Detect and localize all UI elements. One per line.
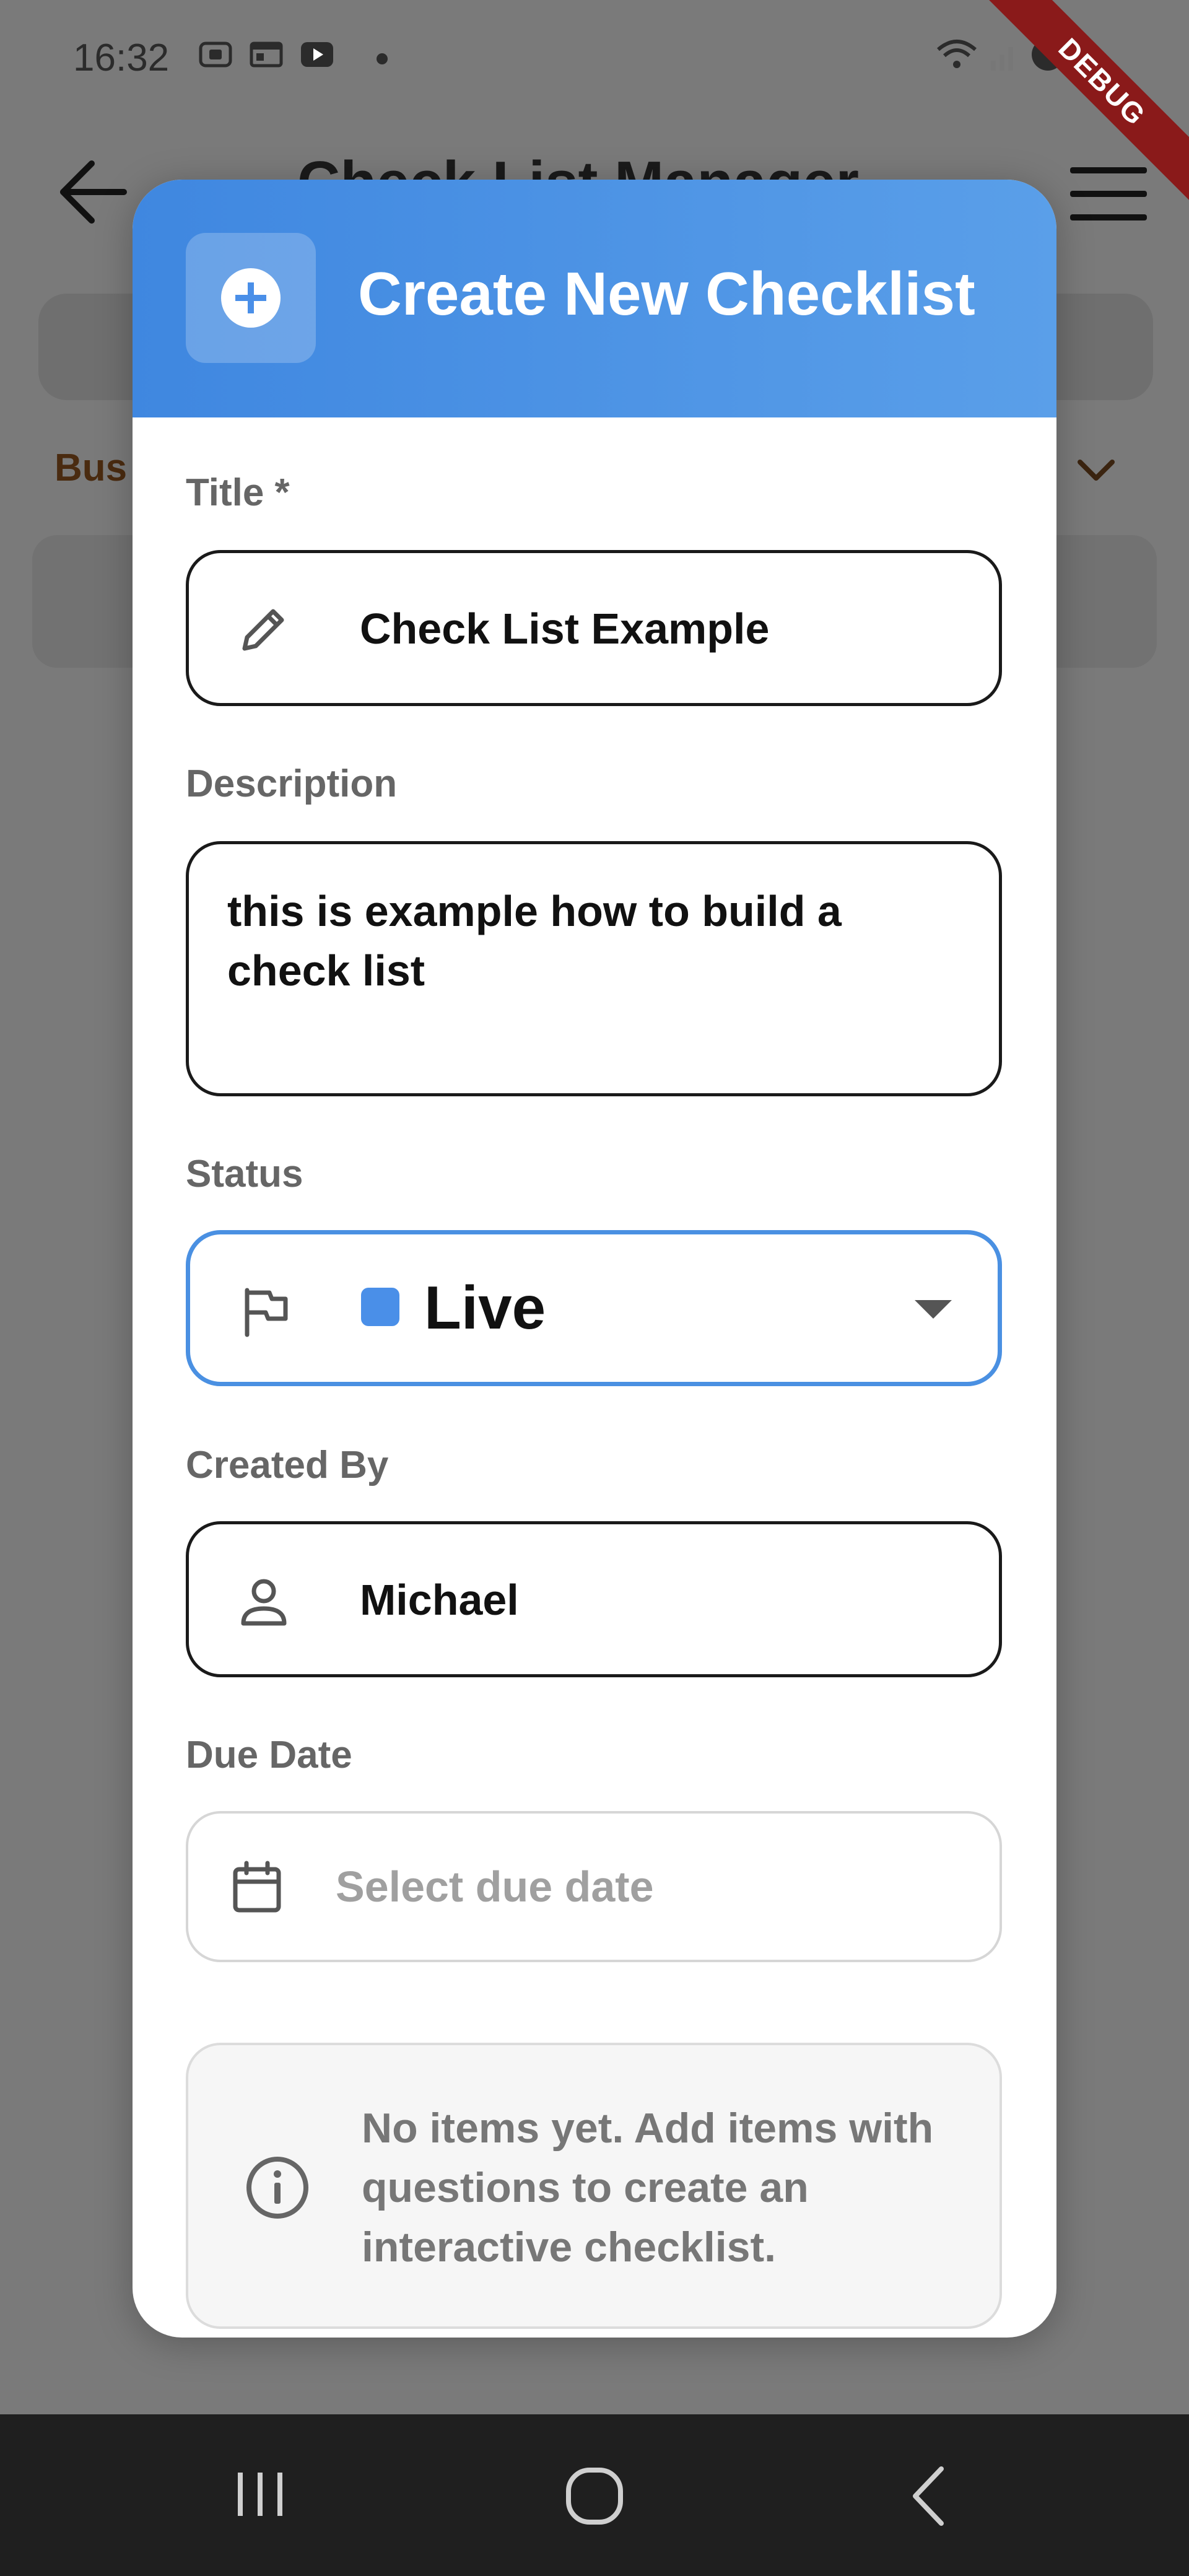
no-items-info-box: No items yet. Add items with questions t… xyxy=(186,2043,1002,2329)
signal-icon xyxy=(991,47,1013,71)
recent-apps-icon[interactable] xyxy=(217,2453,303,2539)
wifi-icon xyxy=(937,40,977,68)
status-color-swatch xyxy=(361,1288,399,1326)
back-arrow-icon[interactable] xyxy=(56,155,130,229)
background-filter-label: Bus xyxy=(54,447,128,489)
flag-icon xyxy=(245,1288,288,1337)
due-date-placeholder: Select due date xyxy=(336,1862,654,1911)
status-value: Live xyxy=(424,1273,546,1342)
description-value: this is example how to build a check lis… xyxy=(227,887,842,995)
no-items-message: No items yet. Add items with questions t… xyxy=(362,2105,934,2271)
description-field[interactable]: this is example how to build a check lis… xyxy=(186,841,1002,1096)
title-value: Check List Example xyxy=(360,605,770,653)
calendar-notification-icon xyxy=(250,41,283,68)
title-field[interactable]: Check List Example xyxy=(186,550,1002,706)
title-label: Title * xyxy=(186,471,290,514)
created-by-label: Created By xyxy=(186,1444,389,1487)
calendar-icon xyxy=(233,1861,281,1913)
dialog-header: Create New Checklist xyxy=(133,180,1056,417)
created-by-value: Michael xyxy=(360,1576,519,1624)
info-icon xyxy=(246,2157,308,2219)
status-label: Status xyxy=(186,1153,303,1195)
screenshot-icon xyxy=(199,41,232,68)
system-back-icon[interactable] xyxy=(886,2453,972,2539)
due-date-field[interactable]: Select due date xyxy=(186,1811,1002,1962)
due-date-label: Due Date xyxy=(186,1734,352,1776)
home-icon[interactable] xyxy=(551,2453,638,2539)
header-icon-container xyxy=(186,233,316,363)
youtube-icon xyxy=(301,42,333,67)
description-label: Description xyxy=(186,762,398,805)
menu-icon[interactable] xyxy=(1070,166,1147,222)
dialog-title: Create New Checklist xyxy=(358,260,975,328)
status-time: 16:32 xyxy=(73,37,170,79)
status-dot-icon xyxy=(377,53,388,64)
create-checklist-dialog: Create New Checklist Title * Check List … xyxy=(133,180,1056,2338)
created-by-field[interactable]: Michael xyxy=(186,1521,1002,1677)
pencil-icon xyxy=(242,609,284,651)
chevron-down-icon xyxy=(1078,460,1115,481)
system-navigation-bar xyxy=(0,2414,1189,2576)
status-dropdown[interactable]: Live xyxy=(186,1230,1002,1386)
status-notification-icons xyxy=(197,38,336,71)
add-circle-icon xyxy=(221,268,281,328)
dropdown-arrow-icon xyxy=(915,1300,952,1319)
person-icon xyxy=(241,1579,287,1626)
